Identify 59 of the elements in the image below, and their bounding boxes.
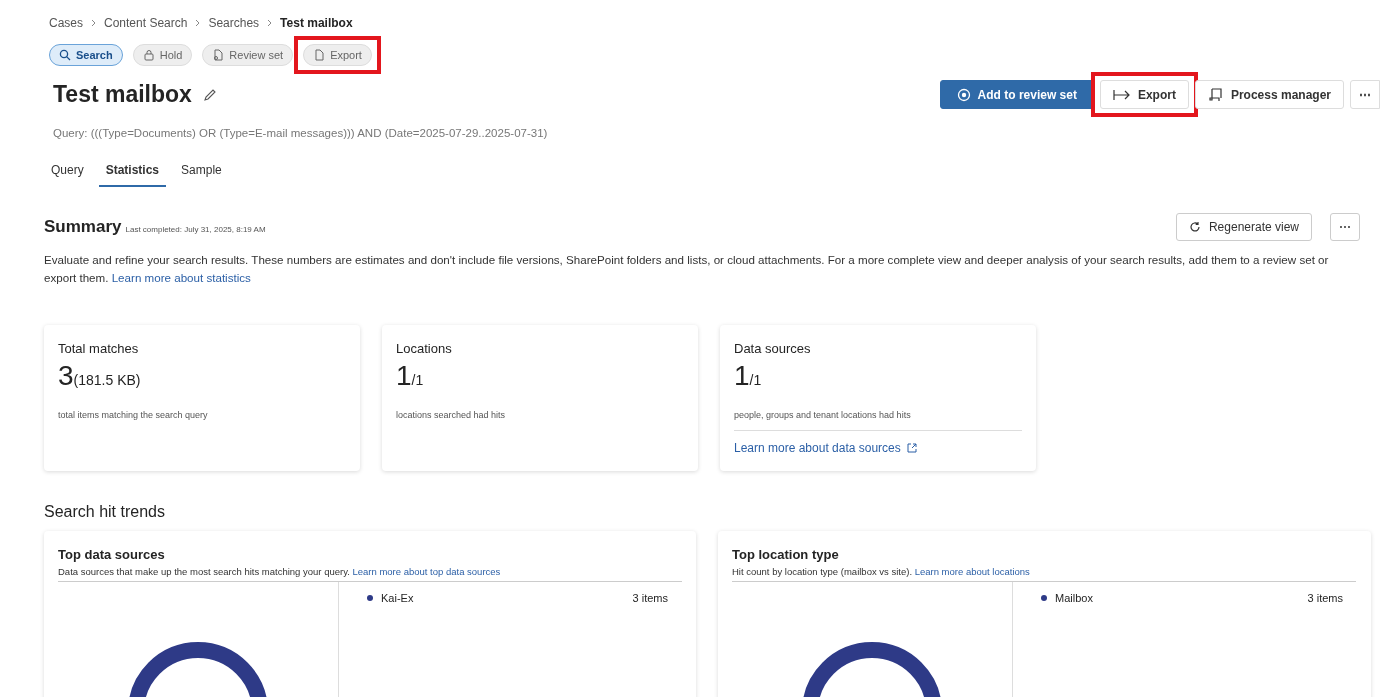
pill-button[interactable]: Hold <box>132 44 193 66</box>
card-caption: people, groups and tenant locations had hits <box>734 410 1022 431</box>
action-button[interactable]: Export <box>1099 80 1189 109</box>
stat-detail: /1 <box>411 372 424 388</box>
stat-value: 3 <box>58 360 74 392</box>
action-button[interactable]: Add to review set <box>939 80 1094 109</box>
stat-detail: (181.5 KB) <box>73 372 141 388</box>
breadcrumb-link[interactable]: Test mailbox <box>280 16 353 30</box>
learn-more-link[interactable]: Learn more about top data sources <box>352 566 501 577</box>
chevron-icon <box>195 19 201 27</box>
legend-value: 3 items <box>632 592 668 604</box>
stat-value: 1 <box>396 360 412 392</box>
legend-label: Mailbox <box>1055 592 1093 604</box>
arrow-right-icon <box>1112 88 1131 101</box>
search-icon <box>59 49 71 61</box>
pill-button[interactable]: Review set <box>202 44 294 66</box>
tab[interactable]: Statistics <box>98 157 167 187</box>
card-title: Total matches <box>58 341 140 356</box>
section-heading: Search hit trends <box>44 503 166 521</box>
chevron-icon <box>91 19 96 27</box>
plus-circle-icon <box>956 87 971 102</box>
legend-label: Kai-Ex <box>381 592 414 604</box>
page-title: Test mailbox <box>53 81 192 108</box>
document-icon <box>313 49 326 61</box>
lock-icon <box>142 49 155 61</box>
refresh-icon <box>1188 221 1201 233</box>
card-title: Locations <box>396 341 453 356</box>
chevron-icon <box>267 19 273 27</box>
chart-description: Hit count by location type (mailbox vs site). Learn more about locations <box>732 566 1356 582</box>
stat-value: 1 <box>734 360 750 392</box>
external-link-icon <box>906 443 917 453</box>
chart-description: Data sources that make up the most search hits matching your query. Learn more about top data sources <box>58 566 682 582</box>
card-title: Top location type <box>732 547 840 562</box>
card-caption: locations searched had hits <box>396 410 684 431</box>
card-caption: total items matching the search query <box>58 410 346 431</box>
breadcrumb-link[interactable]: Searches <box>208 16 260 30</box>
breadcrumb-link[interactable]: Content Search <box>104 16 188 30</box>
description-text: Evaluate and refine your search results. These numbers are estimates and don't include file versions, SharePoint folders and lists, or cloud attachments. For a more complete view and deeper analysis of your search results, add them to a review set or export them. Learn more about statistics <box>44 252 1330 286</box>
learn-more-link[interactable]: Learn more about locations <box>914 566 1030 577</box>
section-heading: Summary <box>44 217 122 237</box>
stat-detail: /1 <box>749 372 762 388</box>
learn-more-link[interactable]: Learn more about data sources <box>734 441 901 455</box>
tab[interactable]: Query <box>44 157 91 187</box>
learn-more-link[interactable]: Learn more about statistics <box>111 271 251 284</box>
more-button[interactable]: ⋯ <box>1330 213 1360 241</box>
pill-button[interactable]: Export <box>303 44 372 66</box>
legend-value: 3 items <box>1307 592 1343 604</box>
card-title: Data sources <box>734 341 812 356</box>
pill-button[interactable]: Search <box>49 44 123 66</box>
document-icon <box>212 49 225 61</box>
query-text: Query: (((Type=Documents) OR (Type=E-mail messages))) AND (Date=2025-07-29..2025-07-31) <box>52 127 549 139</box>
regenerate-button[interactable]: Regenerate view <box>1175 213 1312 241</box>
action-button[interactable]: ⋯ <box>1350 80 1380 109</box>
action-button[interactable]: Process manager <box>1194 80 1344 109</box>
card-title: Top data sources <box>58 547 166 562</box>
tab[interactable]: Sample <box>174 157 229 187</box>
breadcrumb-link[interactable]: Cases <box>49 16 83 30</box>
last-completed-text: Last completed: July 31, 2025, 8:19 AM <box>125 225 266 234</box>
scroll-icon <box>1207 86 1224 103</box>
